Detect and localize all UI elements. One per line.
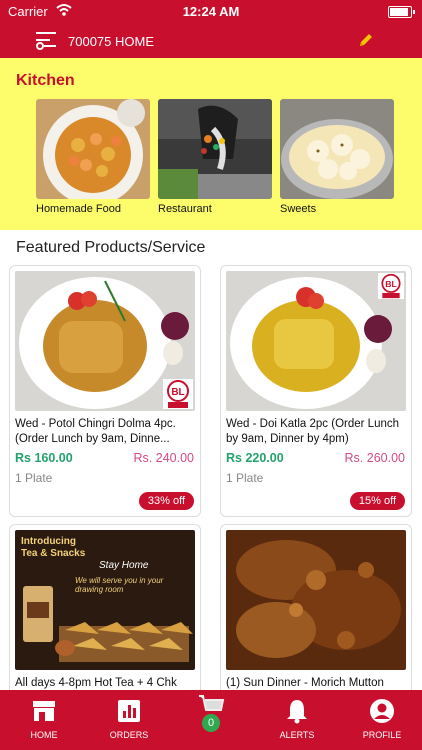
product-name: Wed - Doi Katla 2pc (Order Lunch by 9am,… xyxy=(226,418,400,445)
orders-chart-icon xyxy=(118,700,140,722)
tab-label: ALERTS xyxy=(279,730,315,740)
product-image xyxy=(226,530,406,670)
svg-text:BL: BL xyxy=(171,387,184,398)
category-label: Restaurant xyxy=(158,203,212,215)
discount-badge: 33% off xyxy=(138,492,194,510)
product-card[interactable]: BL Wed - Potol Chingri Dolma 4pc. (Order… xyxy=(9,265,201,517)
location-title[interactable]: 700075 HOME xyxy=(68,34,154,49)
bl-live-logo-icon: BL xyxy=(163,379,193,409)
category-sweets[interactable]: Sweets xyxy=(280,99,394,215)
battery-icon xyxy=(388,6,415,18)
discount-badge: 15% off xyxy=(349,492,405,510)
profile-icon xyxy=(370,699,394,723)
category-label: Homemade Food xyxy=(36,203,121,215)
tea-snacks-art xyxy=(23,586,193,662)
product-unit: 1 Plate xyxy=(15,471,53,485)
tab-cart[interactable]: 0 xyxy=(181,694,241,732)
bl-live-logo-icon: BL xyxy=(378,273,404,299)
homemade-food-image xyxy=(36,99,150,199)
product-mrp: Rs. 240.00 xyxy=(133,451,194,465)
clock: 12:24 AM xyxy=(182,4,240,19)
tab-label: HOME xyxy=(30,730,58,740)
kitchen-section: Kitchen Homemade Food Restaurant Sweets xyxy=(0,58,422,230)
featured-title: Featured Products/Service xyxy=(16,239,206,256)
tab-home[interactable]: HOME xyxy=(14,698,74,740)
product-card[interactable]: Introducing Tea & Snacks Stay Home We wi… xyxy=(9,524,201,706)
category-restaurant[interactable]: Restaurant xyxy=(158,99,272,215)
store-icon xyxy=(33,701,55,721)
category-label: Sweets xyxy=(280,203,317,215)
product-image: BL xyxy=(15,271,195,411)
product-name: Wed - Potol Chingri Dolma 4pc. (Order Lu… xyxy=(15,418,176,445)
product-image: BL xyxy=(226,271,406,411)
product-card[interactable]: BL Wed - Doi Katla 2pc (Order Lunch by 9… xyxy=(220,265,412,517)
product-image: Introducing Tea & Snacks Stay Home We wi… xyxy=(15,530,195,670)
product-unit: 1 Plate xyxy=(226,471,264,485)
tab-label: PROFILE xyxy=(362,730,402,740)
product-name: All days 4-8pm Hot Tea + 4 Chk xyxy=(15,677,177,689)
svg-text:BL: BL xyxy=(385,279,397,289)
kitchen-title: Kitchen xyxy=(16,72,75,89)
tab-alerts[interactable]: ALERTS xyxy=(267,698,327,740)
tab-orders[interactable]: ORDERS xyxy=(99,698,159,740)
tab-label: ORDERS xyxy=(109,730,149,740)
bottom-tab-bar: HOME ORDERS 0 ALERTS PROFILE xyxy=(0,690,422,750)
pencil-icon[interactable] xyxy=(358,32,374,48)
cart-count-badge: 0 xyxy=(202,714,220,732)
category-homemade-food[interactable]: Homemade Food xyxy=(36,99,150,215)
sweets-image xyxy=(280,99,394,199)
bell-icon xyxy=(287,700,307,724)
product-price: Rs 160.00 xyxy=(15,451,73,465)
product-name: (1) Sun Dinner - Morich Mutton xyxy=(226,677,384,689)
tab-profile[interactable]: PROFILE xyxy=(352,698,412,740)
filter-menu-icon[interactable] xyxy=(34,30,58,50)
restaurant-image xyxy=(158,99,272,199)
app-header: 700075 HOME xyxy=(0,22,422,58)
product-price: Rs 220.00 xyxy=(226,451,284,465)
product-card[interactable]: (1) Sun Dinner - Morich Mutton xyxy=(220,524,412,706)
product-mrp: Rs. 260.00 xyxy=(344,451,405,465)
cart-icon xyxy=(199,695,225,711)
status-bar: Carrier 12:24 AM xyxy=(0,0,422,22)
